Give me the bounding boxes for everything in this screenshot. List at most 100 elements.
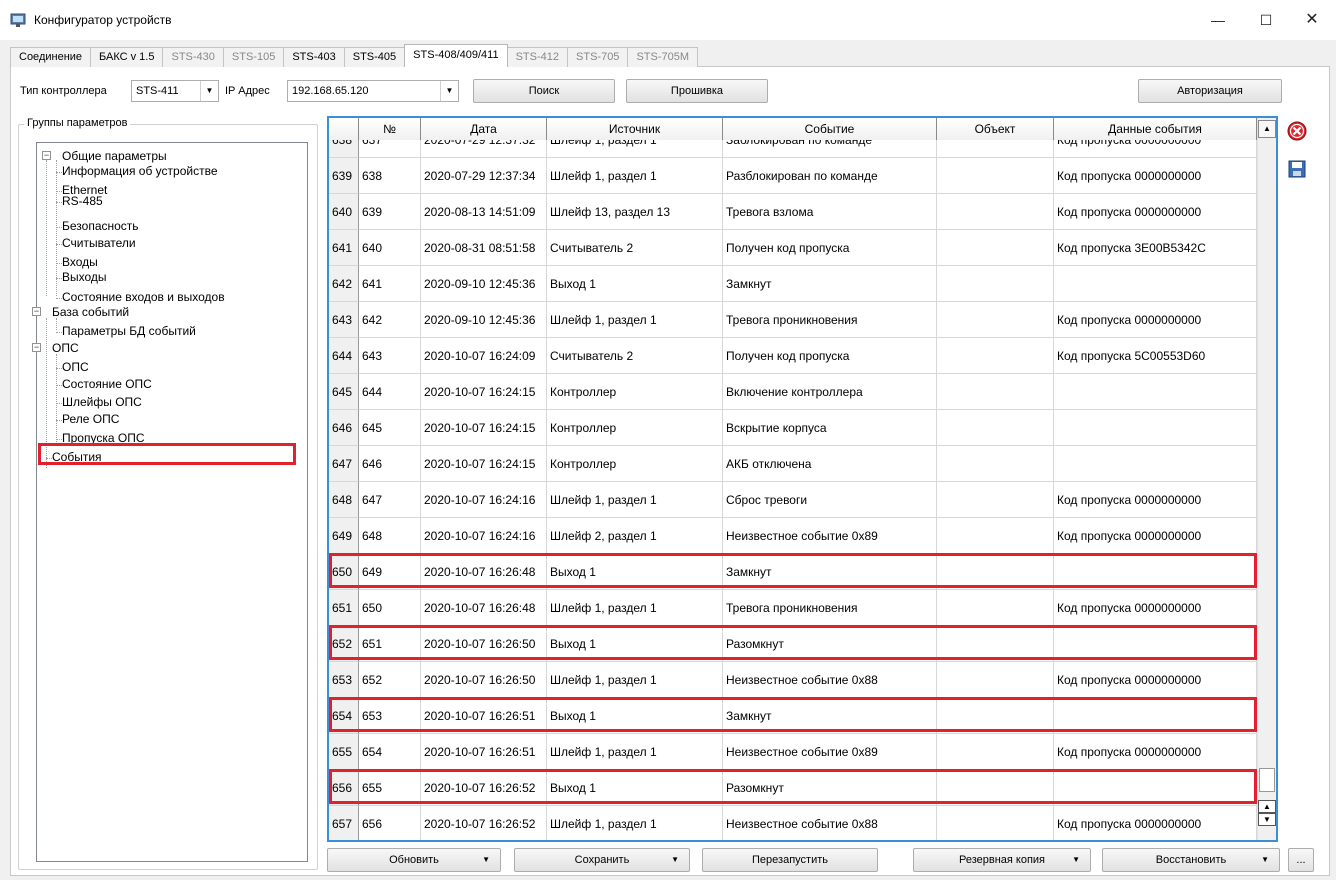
cell-event-data: Код пропуска 5C00553D60 [1054, 338, 1257, 374]
table-row[interactable]: 645 644 2020-10-07 16:24:15 Контроллер Включ… [329, 374, 1257, 410]
tree-item-security[interactable]: Безопасность [62, 219, 139, 233]
table-row[interactable]: 651 650 2020-10-07 16:26:48 Шлейф 1, раздел… [329, 590, 1257, 626]
tree-item-event-db[interactable]: База событий [52, 305, 129, 319]
tree-item-ops-relays[interactable]: Реле ОПС [62, 412, 119, 426]
cell-date: 2020-10-07 16:24:16 [421, 518, 547, 554]
clear-icon[interactable] [1286, 120, 1308, 142]
tree-item-general-params[interactable]: Общие параметры [62, 149, 167, 163]
column-header-object[interactable]: Объект [937, 118, 1054, 140]
tree-collapse-icon[interactable]: − [42, 151, 51, 160]
cell-event-data [1054, 374, 1257, 410]
tree-item-inputs[interactable]: Входы [62, 255, 98, 269]
ip-address-combo[interactable]: 192.168.65.120 ▼ [287, 80, 459, 102]
tree-item-rs-485[interactable]: RS-485 [62, 194, 103, 208]
table-row[interactable]: 644 643 2020-10-07 16:24:09 Считыватель 2 По… [329, 338, 1257, 374]
cell-row-number[interactable]: 642 [329, 266, 359, 302]
cell-row-number[interactable]: 649 [329, 518, 359, 554]
cell-source: Шлейф 2, раздел 1 [547, 518, 723, 554]
cell-row-number[interactable]: 639 [329, 158, 359, 194]
tree-item-device-info[interactable]: Информация об устройстве [62, 164, 218, 178]
controller-type-select[interactable]: STS-411 ▼ [131, 80, 219, 102]
cell-row-number[interactable]: 655 [329, 734, 359, 770]
table-header: № Дата Источник Событие Объект Данные события [329, 118, 1257, 140]
table-row[interactable]: 643 642 2020-09-10 12:45:36 Шлейф 1, раздел… [329, 302, 1257, 338]
minimize-button[interactable]: — [1196, 6, 1240, 34]
cell-row-number[interactable]: 651 [329, 590, 359, 626]
cell-row-number[interactable]: 643 [329, 302, 359, 338]
tab-connection[interactable]: Соединение [10, 47, 92, 67]
save-button[interactable]: Сохранить ▼ [514, 848, 690, 872]
tab-sts-408-409-411[interactable]: STS-408/409/411 [404, 44, 508, 67]
table-row[interactable]: 647 646 2020-10-07 16:24:15 Контроллер АКБ о… [329, 446, 1257, 482]
scroll-thumb[interactable] [1259, 768, 1275, 792]
restore-button[interactable]: Восстановить ▼ [1102, 848, 1280, 872]
tree-item-readers[interactable]: Считыватели [62, 236, 136, 250]
table-row[interactable]: 646 645 2020-10-07 16:24:15 Контроллер Вскры… [329, 410, 1257, 446]
tree-item-event-db-params[interactable]: Параметры БД событий [62, 324, 196, 338]
restart-button[interactable]: Перезапустить [702, 848, 878, 872]
backup-label: Резервная копия [958, 854, 1046, 866]
table-row[interactable]: 655 654 2020-10-07 16:26:51 Шлейф 1, раздел… [329, 734, 1257, 770]
table-row[interactable]: 657 656 2020-10-07 16:26:52 Шлейф 1, раздел… [329, 806, 1257, 840]
maximize-button[interactable]: ☐ [1244, 6, 1288, 34]
tree-item-ops-loops[interactable]: Шлейфы ОПС [62, 395, 142, 409]
step-up-icon[interactable]: ▲ [1258, 800, 1276, 813]
table-row[interactable]: 640 639 2020-08-13 14:51:09 Шлейф 13, разде… [329, 194, 1257, 230]
firmware-button[interactable]: Прошивка [626, 79, 768, 103]
close-button[interactable]: ✕ [1290, 6, 1334, 34]
column-header-event-data[interactable]: Данные события [1054, 118, 1257, 140]
cell-event: Получен код пропуска [723, 230, 937, 266]
tab-sts-105[interactable]: STS-105 [222, 47, 285, 67]
refresh-button[interactable]: Обновить ▼ [327, 848, 501, 872]
cell-source: Шлейф 1, раздел 1 [547, 302, 723, 338]
scroll-up-icon[interactable]: ▲ [1258, 120, 1276, 138]
tab-sts-403[interactable]: STS-403 [283, 47, 345, 67]
cell-object [937, 662, 1054, 698]
tree-item-outputs[interactable]: Выходы [62, 270, 107, 284]
cell-row-number[interactable]: 641 [329, 230, 359, 266]
tree-item-ops[interactable]: ОПС [52, 341, 79, 355]
authorization-button[interactable]: Авторизация [1138, 79, 1282, 103]
tab-sts-412[interactable]: STS-412 [506, 47, 569, 67]
tree-collapse-icon[interactable]: − [32, 307, 41, 316]
cell-row-number[interactable]: 647 [329, 446, 359, 482]
search-button[interactable]: Поиск [473, 79, 615, 103]
tree-collapse-icon[interactable]: − [32, 343, 41, 352]
table-row[interactable]: 649 648 2020-10-07 16:24:16 Шлейф 2, раздел… [329, 518, 1257, 554]
tree-item-ops-ops[interactable]: ОПС [62, 360, 89, 374]
save-disk-icon[interactable] [1286, 158, 1308, 180]
cell-event: Включение контроллера [723, 374, 937, 410]
table-row[interactable]: 648 647 2020-10-07 16:24:16 Шлейф 1, раздел… [329, 482, 1257, 518]
row-highlight-box [329, 697, 1257, 732]
column-header-date[interactable]: Дата [421, 118, 547, 140]
tab-sts-430[interactable]: STS-430 [162, 47, 224, 67]
cell-row-number[interactable]: 640 [329, 194, 359, 230]
cell-row-number[interactable]: 657 [329, 806, 359, 840]
tree-item-io-state[interactable]: Состояние входов и выходов [62, 290, 225, 304]
cell-row-number[interactable]: 653 [329, 662, 359, 698]
step-down-icon[interactable]: ▼ [1258, 813, 1276, 826]
cell-row-number[interactable]: 644 [329, 338, 359, 374]
cell-row-number[interactable]: 646 [329, 410, 359, 446]
tab-sts-705m[interactable]: STS-705M [627, 47, 699, 67]
table-row[interactable]: 653 652 2020-10-07 16:26:50 Шлейф 1, раздел… [329, 662, 1257, 698]
table-row[interactable]: 639 638 2020-07-29 12:37:34 Шлейф 1, раздел… [329, 158, 1257, 194]
table-row[interactable]: 641 640 2020-08-31 08:51:58 Считыватель 2 По… [329, 230, 1257, 266]
table-row[interactable]: 642 641 2020-09-10 12:45:36 Выход 1 Замкнут [329, 266, 1257, 302]
backup-button[interactable]: Резервная копия ▼ [913, 848, 1091, 872]
cell-date: 2020-09-10 12:45:36 [421, 302, 547, 338]
tree-item-ops-state[interactable]: Состояние ОПС [62, 377, 152, 391]
column-header-source[interactable]: Источник [547, 118, 723, 140]
tab-baks[interactable]: БАКС v 1.5 [90, 47, 164, 67]
tab-sts-405[interactable]: STS-405 [343, 47, 406, 67]
vertical-scrollbar[interactable]: ▲ ▲ ▼ [1257, 118, 1276, 840]
cell-source: Шлейф 1, раздел 1 [547, 590, 723, 626]
column-header-event[interactable]: Событие [723, 118, 937, 140]
more-button[interactable]: ... [1288, 848, 1314, 872]
cell-row-number[interactable]: 648 [329, 482, 359, 518]
column-header-row-number[interactable] [329, 118, 359, 140]
cell-row-number[interactable]: 645 [329, 374, 359, 410]
ip-label: IP Адрес [225, 85, 270, 97]
column-header-event-number[interactable]: № [359, 118, 421, 140]
tab-sts-705[interactable]: STS-705 [567, 47, 629, 67]
